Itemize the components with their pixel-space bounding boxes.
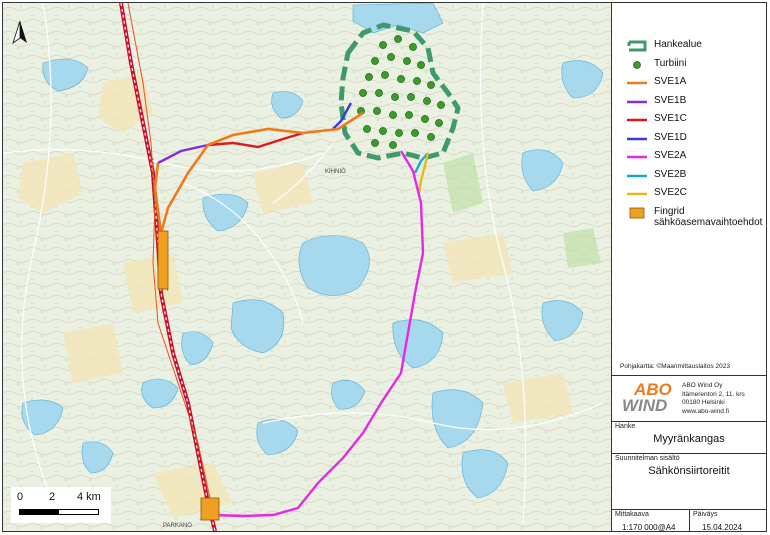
company-block: ABO WIND ABO Wind Oy Itämerentori 2, 11.…: [612, 375, 766, 421]
side-panel: Hankealue Turbiini SVE1A SVE1B SVE1C SVE…: [612, 3, 766, 531]
basemap: KIHNIÖ PARKANO: [3, 3, 611, 531]
legend-item-sve1b: SVE1B: [620, 93, 766, 112]
turbine-marker: [381, 71, 389, 79]
legend: Hankealue Turbiini SVE1A SVE1B SVE1C SVE…: [620, 37, 766, 234]
project-name: Myyränkangas: [653, 433, 725, 445]
turbine-marker: [371, 139, 379, 147]
turbine-marker: [427, 81, 435, 89]
company-address: ABO Wind Oy Itämerentori 2, 11. krs 0018…: [682, 382, 745, 416]
turbine-marker: [363, 125, 371, 133]
scale-value: 1:170 000@A4: [622, 523, 676, 532]
map-canvas[interactable]: KIHNIÖ PARKANO 0 2 4 km: [3, 3, 612, 531]
turbine-marker: [389, 111, 397, 119]
footer-block: Mittakaava 1:170 000@A4 Päiväys 15.04.20…: [612, 509, 766, 531]
turbine-marker: [371, 57, 379, 65]
turbine-marker: [407, 93, 415, 101]
turbine-marker: [411, 129, 419, 137]
turbine-marker: [387, 53, 395, 61]
legend-label: SVE2B: [654, 168, 687, 180]
north-arrow-icon: [12, 20, 27, 45]
turbine-marker: [365, 73, 373, 81]
project-label: Hanke: [615, 423, 636, 430]
content-block: Suunnitelman sisältö Sähkönsiirtoreitit: [612, 453, 766, 509]
legend-label: SVE1B: [654, 94, 687, 106]
legend-item-sve1a: SVE1A: [620, 74, 766, 93]
legend-item-sve2b: SVE2B: [620, 167, 766, 186]
turbine-marker: [435, 119, 443, 127]
turbine-marker: [397, 75, 405, 83]
address-line: www.abo-wind.fi: [682, 407, 729, 415]
line-icon: [626, 170, 648, 182]
line-icon: [626, 151, 648, 163]
address-line: Itämerentori 2, 11. krs: [682, 390, 745, 398]
legend-item-sve1d: SVE1D: [620, 130, 766, 149]
turbine-marker: [391, 93, 399, 101]
legend-label: SVE1D: [654, 131, 687, 143]
scale-tick-0: 0: [17, 491, 24, 503]
scale-tick-4: 4 km: [77, 491, 101, 503]
content-value: Sähkönsiirtoreitit: [648, 465, 730, 477]
legend-label: SVE1A: [654, 76, 687, 87]
legend-item-sve2c: SVE2C: [620, 185, 766, 204]
legend-item-fingrid: Fingrid sähköasemavaihtoehdot: [620, 204, 766, 234]
map-sheet: KIHNIÖ PARKANO 0 2 4 km Hankealue Turbii…: [2, 2, 767, 532]
turbine-marker: [379, 41, 387, 49]
town-label-kihnio: KIHNIÖ: [325, 168, 346, 175]
scale-label: Mittakaava: [615, 511, 649, 518]
legend-label: Hankealue: [654, 39, 702, 50]
line-icon: [626, 188, 648, 200]
turbine-marker: [389, 141, 397, 149]
content-label: Suunnitelman sisältö: [615, 455, 680, 462]
date-value: 15.04.2024: [702, 523, 743, 532]
area-outline-icon: [626, 40, 648, 52]
turbine-marker: [417, 61, 425, 69]
address-line: ABO Wind Oy: [682, 382, 723, 389]
turbine-marker: [394, 35, 402, 43]
line-icon: [626, 114, 648, 126]
turbine-marker: [395, 129, 403, 137]
north-arrow: [11, 19, 29, 47]
legend-label: Turbiini: [654, 57, 687, 69]
turbine-marker: [405, 111, 413, 119]
turbine-marker: [403, 57, 411, 65]
turbine-dot-icon: [626, 59, 648, 71]
town-label-parkano: PARKANO: [163, 523, 192, 529]
turbine-marker: [421, 115, 429, 123]
turbine-marker: [437, 101, 445, 109]
legend-item-sve2a: SVE2A: [620, 148, 766, 167]
turbine-marker: [409, 43, 417, 51]
address-line: 00180 Helsinki: [682, 399, 725, 406]
turbine-marker: [413, 77, 421, 85]
line-icon: [626, 133, 648, 145]
line-icon: [626, 96, 648, 108]
legend-label: Fingrid sähköasemavaihtoehdot: [654, 205, 763, 228]
turbine-marker: [375, 89, 383, 97]
scale-bar: 0 2 4 km: [11, 487, 111, 523]
turbine-marker: [423, 97, 431, 105]
turbine-marker: [373, 107, 381, 115]
turbine-marker: [359, 89, 367, 97]
turbine-marker: [427, 133, 435, 141]
substation-box-icon: [626, 207, 648, 219]
legend-item-sve1c: SVE1C: [620, 111, 766, 130]
legend-item-hankealue: Hankealue: [620, 37, 766, 56]
legend-label: SVE1C: [654, 113, 687, 124]
date-label: Päiväys: [693, 511, 718, 518]
logo-bottom: WIND: [622, 396, 668, 415]
legend-label: SVE2A: [654, 150, 687, 161]
basemap-credit: Pohjakartta: ©Maanmittauslaitos 2023: [620, 363, 730, 370]
scale-tick-2: 2: [49, 491, 56, 503]
turbine-marker: [379, 127, 387, 135]
project-block: Hanke Myyränkangas: [612, 421, 766, 453]
legend-item-turbiini: Turbiini: [620, 56, 766, 75]
scale-bar-graphic: [19, 509, 99, 515]
legend-label: SVE2C: [654, 187, 687, 198]
line-icon: [626, 77, 648, 89]
